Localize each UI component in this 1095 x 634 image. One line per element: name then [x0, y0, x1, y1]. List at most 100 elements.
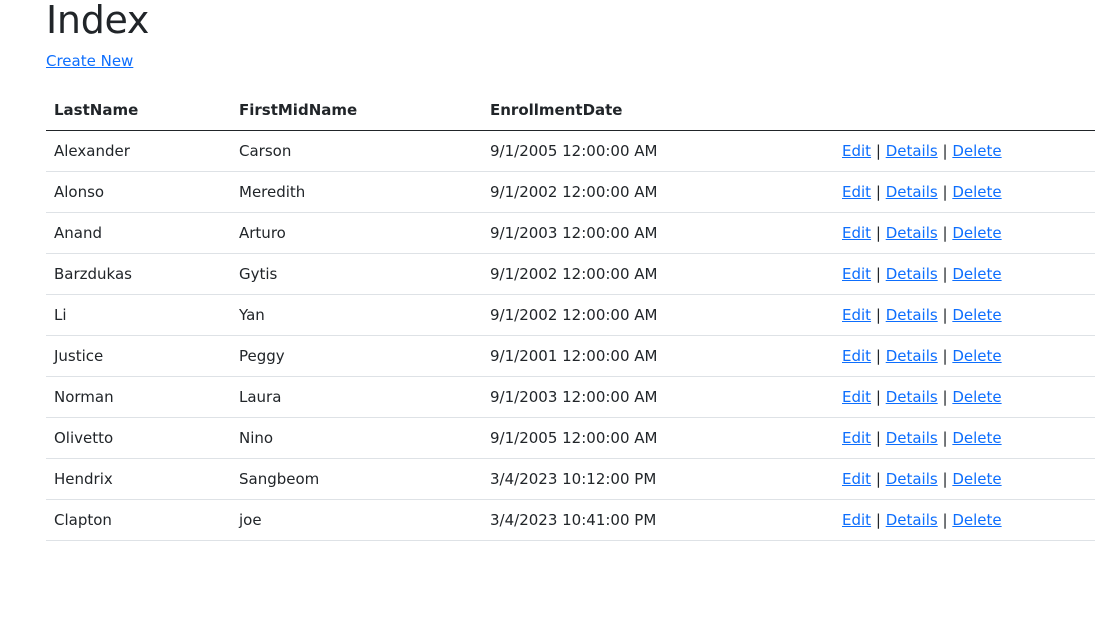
- delete-link[interactable]: Delete: [952, 265, 1001, 283]
- cell-actions: Edit | Details | Delete: [834, 499, 1095, 541]
- cell-actions: Edit | Details | Delete: [834, 417, 1095, 459]
- action-separator: |: [875, 183, 881, 201]
- cell-lastname: Norman: [46, 376, 231, 418]
- cell-enrollmentdate: 9/1/2003 12:00:00 AM: [482, 376, 834, 418]
- cell-enrollmentdate: 3/4/2023 10:41:00 PM: [482, 499, 834, 541]
- details-link[interactable]: Details: [886, 429, 938, 447]
- cell-firstmidname: Arturo: [231, 212, 482, 254]
- header-lastname: LastName: [46, 90, 231, 131]
- delete-link[interactable]: Delete: [952, 347, 1001, 365]
- cell-firstmidname: Nino: [231, 417, 482, 459]
- cell-actions: Edit | Details | Delete: [834, 376, 1095, 418]
- delete-link[interactable]: Delete: [952, 388, 1001, 406]
- cell-lastname: Olivetto: [46, 417, 231, 459]
- action-separator: |: [942, 429, 948, 447]
- delete-link[interactable]: Delete: [952, 470, 1001, 488]
- action-separator: |: [875, 388, 881, 406]
- action-separator: |: [942, 306, 948, 324]
- delete-link[interactable]: Delete: [952, 142, 1001, 160]
- table-row: Hendrix Sangbeom 3/4/2023 10:12:00 PM Edit …: [46, 458, 1095, 500]
- cell-firstmidname: Yan: [231, 294, 482, 336]
- table-body: Alexander Carson 9/1/2005 12:00:00 AM Edit …: [46, 130, 1095, 541]
- table-row: Clapton joe 3/4/2023 10:41:00 PM Edit | Det…: [46, 499, 1095, 541]
- cell-enrollmentdate: 9/1/2001 12:00:00 AM: [482, 335, 834, 377]
- details-link[interactable]: Details: [886, 388, 938, 406]
- cell-firstmidname: Meredith: [231, 171, 482, 213]
- cell-enrollmentdate: 9/1/2002 12:00:00 AM: [482, 253, 834, 295]
- cell-enrollmentdate: 9/1/2003 12:00:00 AM: [482, 212, 834, 254]
- details-link[interactable]: Details: [886, 306, 938, 324]
- cell-actions: Edit | Details | Delete: [834, 458, 1095, 500]
- action-separator: |: [875, 265, 881, 283]
- details-link[interactable]: Details: [886, 265, 938, 283]
- delete-link[interactable]: Delete: [952, 183, 1001, 201]
- students-table: LastName FirstMidName EnrollmentDate Ale…: [46, 90, 1095, 541]
- cell-actions: Edit | Details | Delete: [834, 130, 1095, 172]
- cell-lastname: Alonso: [46, 171, 231, 213]
- cell-lastname: Li: [46, 294, 231, 336]
- edit-link[interactable]: Edit: [842, 470, 871, 488]
- details-link[interactable]: Details: [886, 347, 938, 365]
- action-separator: |: [942, 347, 948, 365]
- table-row: Alonso Meredith 9/1/2002 12:00:00 AM Edit |…: [46, 171, 1095, 213]
- edit-link[interactable]: Edit: [842, 265, 871, 283]
- table-row: Barzdukas Gytis 9/1/2002 12:00:00 AM Edit |…: [46, 253, 1095, 295]
- cell-lastname: Alexander: [46, 130, 231, 172]
- cell-actions: Edit | Details | Delete: [834, 253, 1095, 295]
- action-separator: |: [942, 183, 948, 201]
- cell-firstmidname: joe: [231, 499, 482, 541]
- details-link[interactable]: Details: [886, 470, 938, 488]
- details-link[interactable]: Details: [886, 183, 938, 201]
- table-row: Olivetto Nino 9/1/2005 12:00:00 AM Edit | D…: [46, 417, 1095, 459]
- action-separator: |: [942, 511, 948, 529]
- table-header-row: LastName FirstMidName EnrollmentDate: [46, 90, 1095, 131]
- delete-link[interactable]: Delete: [952, 511, 1001, 529]
- action-separator: |: [875, 429, 881, 447]
- table-row: Alexander Carson 9/1/2005 12:00:00 AM Edit …: [46, 130, 1095, 172]
- edit-link[interactable]: Edit: [842, 511, 871, 529]
- cell-lastname: Clapton: [46, 499, 231, 541]
- cell-actions: Edit | Details | Delete: [834, 212, 1095, 254]
- details-link[interactable]: Details: [886, 511, 938, 529]
- cell-firstmidname: Sangbeom: [231, 458, 482, 500]
- create-new-link[interactable]: Create New: [46, 52, 133, 70]
- header-actions: [834, 90, 1095, 131]
- cell-lastname: Hendrix: [46, 458, 231, 500]
- edit-link[interactable]: Edit: [842, 347, 871, 365]
- action-separator: |: [942, 388, 948, 406]
- action-separator: |: [942, 224, 948, 242]
- edit-link[interactable]: Edit: [842, 142, 871, 160]
- cell-enrollmentdate: 9/1/2002 12:00:00 AM: [482, 171, 834, 213]
- edit-link[interactable]: Edit: [842, 224, 871, 242]
- cell-enrollmentdate: 9/1/2005 12:00:00 AM: [482, 130, 834, 172]
- action-separator: |: [942, 470, 948, 488]
- cell-lastname: Barzdukas: [46, 253, 231, 295]
- header-enrollmentdate: EnrollmentDate: [482, 90, 834, 131]
- edit-link[interactable]: Edit: [842, 183, 871, 201]
- delete-link[interactable]: Delete: [952, 429, 1001, 447]
- action-separator: |: [875, 347, 881, 365]
- action-separator: |: [875, 142, 881, 160]
- action-separator: |: [875, 224, 881, 242]
- details-link[interactable]: Details: [886, 142, 938, 160]
- edit-link[interactable]: Edit: [842, 429, 871, 447]
- delete-link[interactable]: Delete: [952, 224, 1001, 242]
- delete-link[interactable]: Delete: [952, 306, 1001, 324]
- action-separator: |: [875, 511, 881, 529]
- cell-firstmidname: Laura: [231, 376, 482, 418]
- cell-lastname: Anand: [46, 212, 231, 254]
- table-row: Norman Laura 9/1/2003 12:00:00 AM Edit | De…: [46, 376, 1095, 418]
- table-row: Justice Peggy 9/1/2001 12:00:00 AM Edit | D…: [46, 335, 1095, 377]
- cell-actions: Edit | Details | Delete: [834, 171, 1095, 213]
- cell-firstmidname: Peggy: [231, 335, 482, 377]
- action-separator: |: [875, 470, 881, 488]
- action-separator: |: [942, 142, 948, 160]
- header-firstmidname: FirstMidName: [231, 90, 482, 131]
- action-separator: |: [875, 306, 881, 324]
- edit-link[interactable]: Edit: [842, 388, 871, 406]
- details-link[interactable]: Details: [886, 224, 938, 242]
- cell-enrollmentdate: 3/4/2023 10:12:00 PM: [482, 458, 834, 500]
- cell-firstmidname: Carson: [231, 130, 482, 172]
- page-title: Index: [46, 0, 150, 42]
- edit-link[interactable]: Edit: [842, 306, 871, 324]
